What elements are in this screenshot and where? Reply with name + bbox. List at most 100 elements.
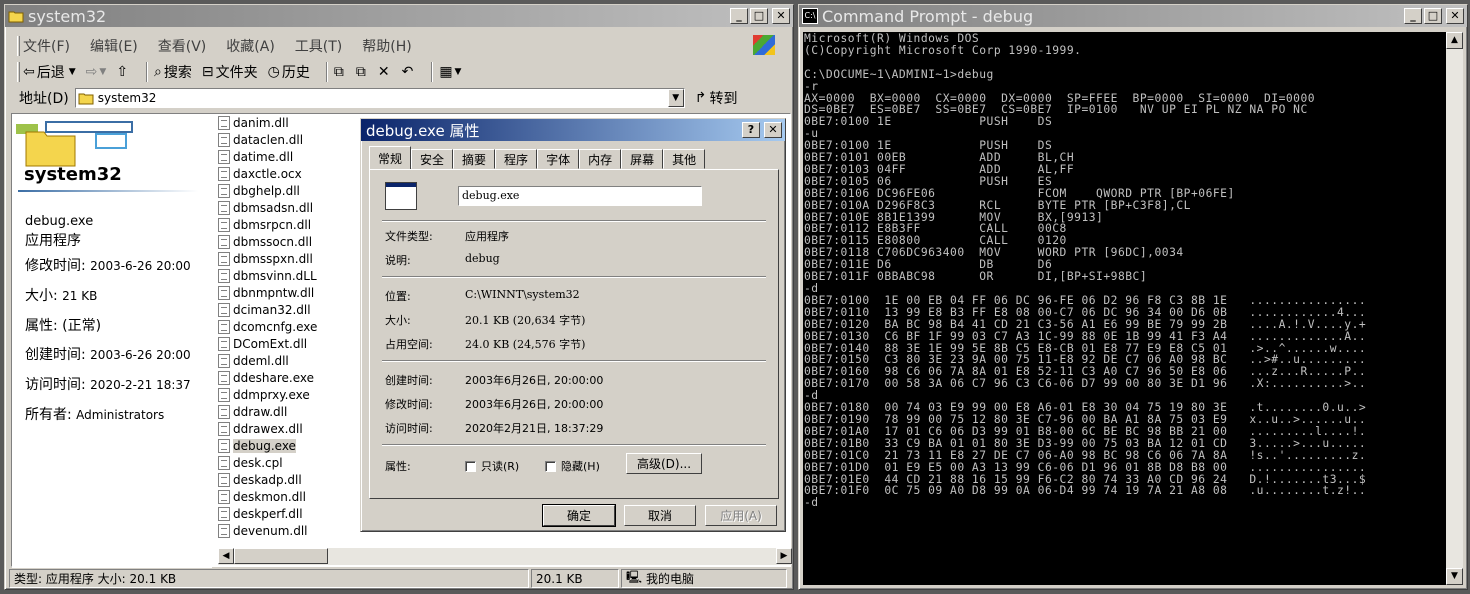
views-icon: ▦ (439, 64, 453, 80)
back-button[interactable]: ⇦ 后退 ▼ (23, 62, 76, 82)
minimize-button[interactable]: _ (1404, 8, 1422, 24)
search-button[interactable]: ⌕ 搜索 (154, 62, 192, 82)
readonly-checkbox[interactable]: 只读(R) (465, 458, 519, 474)
close-button[interactable]: ✕ (772, 8, 790, 24)
file-list: danim.dll dataclen.dll datime.dll daxctle.o… (218, 114, 368, 539)
file-list-item[interactable]: ddeml.dll (218, 352, 368, 369)
maximize-button[interactable]: □ (1424, 8, 1442, 24)
file-list-item[interactable]: devenum.dll (218, 522, 368, 539)
copy-to-button[interactable]: ⧉ (356, 64, 368, 80)
cancel-button[interactable]: 取消 (624, 505, 696, 526)
move-to-button[interactable]: ⧉ (334, 64, 346, 80)
vertical-scrollbar[interactable]: ▲ ▼ (1446, 32, 1463, 585)
file-list-item[interactable]: daxctle.ocx (218, 165, 368, 182)
history-button[interactable]: ◷ 历史 (268, 62, 310, 82)
file-list-item[interactable]: dbmsvinn.dLL (218, 267, 368, 284)
file-list-item[interactable]: dbnmpntw.dll (218, 284, 368, 301)
file-name: dbghelp.dll (233, 183, 300, 198)
file-list-item[interactable]: ddraw.dll (218, 403, 368, 420)
file-icon (218, 319, 230, 334)
tab-program[interactable]: 程序 (495, 149, 538, 169)
tab-font[interactable]: 字体 (537, 149, 580, 169)
go-label: 转到 (709, 91, 738, 107)
file-list-item[interactable]: ddmprxy.exe (218, 386, 368, 403)
file-list-item[interactable]: dbmsadsn.dll (218, 199, 368, 216)
file-icon (218, 251, 230, 266)
toolbar-grip[interactable] (17, 62, 20, 82)
file-list-item[interactable]: debug.exe (218, 437, 368, 454)
web-view-pane: system32 debug.exe 应用程序 修改时间: 2003-6-26 … (12, 114, 212, 568)
file-list-item[interactable]: danim.dll (218, 114, 368, 131)
address-dropdown-button[interactable]: ▼ (667, 89, 684, 107)
file-name: deskperf.dll (233, 506, 303, 521)
help-button[interactable]: ? (742, 122, 760, 138)
menu-edit[interactable]: 编辑(E) (90, 36, 138, 56)
file-list-item[interactable]: dbmssocn.dll (218, 233, 368, 250)
file-list-item[interactable]: dbmsrpcn.dll (218, 216, 368, 233)
file-list-item[interactable]: deskmon.dll (218, 488, 368, 505)
menu-file[interactable]: 文件(F) (23, 36, 70, 56)
ok-button[interactable]: 确定 (542, 504, 616, 527)
search-icon: ⌕ (154, 64, 162, 80)
file-list-item[interactable]: ddrawex.dll (218, 420, 368, 437)
views-button[interactable]: ▦ ▼ (439, 64, 461, 80)
up-folder-button[interactable]: ⇧ (116, 64, 130, 80)
tab-summary[interactable]: 摘要 (453, 149, 496, 169)
file-list-item[interactable]: dbghelp.dll (218, 182, 368, 199)
hidden-checkbox-box[interactable] (545, 460, 556, 472)
close-button[interactable]: ✕ (1446, 8, 1464, 24)
file-list-item[interactable]: ddeshare.exe (218, 369, 368, 386)
tab-general[interactable]: 常规 (369, 146, 412, 169)
status-bar: 类型: 应用程序 大小: 20.1 KB 20.1 KB 🖳 我的电脑 (9, 569, 789, 589)
apply-button[interactable]: 应用(A) (705, 505, 777, 526)
horizontal-scrollbar[interactable]: ◀ ▶ (218, 548, 792, 565)
file-list-item[interactable]: datime.dll (218, 148, 368, 165)
scroll-right-button[interactable]: ▶ (776, 548, 792, 564)
undo-button[interactable]: ↶ (402, 64, 416, 80)
scroll-thumb[interactable] (234, 548, 328, 564)
file-icon (218, 370, 230, 385)
file-list-item[interactable]: desk.cpl (218, 454, 368, 471)
delete-icon: ✕ (377, 64, 390, 80)
file-list-item[interactable]: deskadp.dll (218, 471, 368, 488)
tab-screen[interactable]: 屏幕 (621, 149, 664, 169)
file-name-input[interactable]: debug.exe (458, 186, 702, 206)
tab-memory[interactable]: 内存 (579, 149, 622, 169)
scroll-left-button[interactable]: ◀ (218, 548, 234, 564)
minimize-button[interactable]: _ (730, 8, 748, 24)
file-list-item[interactable]: dciman32.dll (218, 301, 368, 318)
forward-button[interactable]: ⇨ ▼ (86, 64, 107, 80)
cmd-titlebar[interactable]: C:\ Command Prompt - debug _ □ ✕ (799, 5, 1467, 27)
readonly-checkbox-box[interactable] (465, 460, 476, 472)
menu-tools[interactable]: 工具(T) (295, 36, 342, 56)
advanced-button[interactable]: 高级(D)... (626, 453, 702, 474)
go-button[interactable]: ↱ 转到 (695, 88, 738, 108)
explorer-titlebar[interactable]: system32 _ □ ✕ (5, 5, 793, 27)
menu-view[interactable]: 查看(V) (158, 36, 207, 56)
file-list-item[interactable]: dbmsspxn.dll (218, 250, 368, 267)
scroll-up-button[interactable]: ▲ (1446, 32, 1463, 49)
menu-help[interactable]: 帮助(H) (362, 36, 411, 56)
console-line: 0BE7:0105 06 PUSH ES (804, 174, 1053, 188)
address-input[interactable]: system32 ▼ (74, 88, 685, 108)
back-dropdown-icon[interactable]: ▼ (69, 67, 76, 77)
file-list-item[interactable]: dcomcnfg.exe (218, 318, 368, 335)
file-list-item[interactable]: DComExt.dll (218, 335, 368, 352)
tab-security[interactable]: 安全 (411, 149, 454, 169)
maximize-button[interactable]: □ (750, 8, 768, 24)
console-line: 0BE7:01B0 33 C9 BA 01 01 80 3E D3-99 00 … (804, 436, 1367, 450)
file-name: debug.exe (233, 438, 296, 453)
menu-favorites[interactable]: 收藏(A) (226, 36, 275, 56)
tab-misc[interactable]: 其他 (663, 149, 706, 169)
menubar-grip[interactable] (17, 36, 20, 56)
folders-button[interactable]: ⊟ 文件夹 (202, 62, 258, 82)
file-list-item[interactable]: deskperf.dll (218, 505, 368, 522)
console-output[interactable]: Microsoft(R) Windows DOS (C)Copyright Mic… (803, 32, 1446, 585)
close-button[interactable]: ✕ (764, 122, 782, 138)
file-list-item[interactable]: dataclen.dll (218, 131, 368, 148)
properties-titlebar[interactable]: debug.exe 属性 ? ✕ (361, 119, 785, 141)
file-icon (218, 234, 230, 249)
scroll-down-button[interactable]: ▼ (1446, 568, 1463, 585)
hidden-checkbox[interactable]: 隐藏(H) (545, 458, 600, 474)
delete-button[interactable]: ✕ (378, 64, 392, 80)
